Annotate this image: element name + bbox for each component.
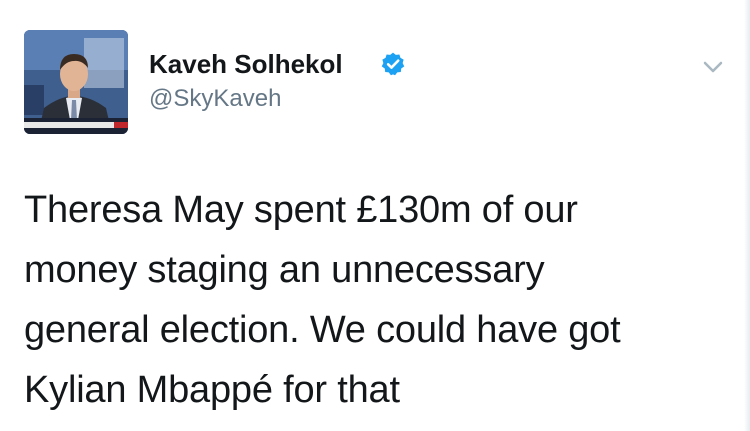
chevron-down-icon[interactable] <box>698 52 728 82</box>
tweet-text-line: Kylian Mbappé for that <box>24 369 400 411</box>
avatar[interactable] <box>24 30 128 134</box>
tweet-text: Theresa May spent £130m of our money sta… <box>24 180 724 420</box>
tweet-text-line: general election. We could have got <box>24 309 621 351</box>
tweet-text-line: money staging an unnecessary <box>24 249 545 291</box>
verified-badge-icon <box>381 52 405 76</box>
author-display-name[interactable]: Kaveh Solhekol <box>149 48 343 80</box>
author-handle[interactable]: @SkyKaveh <box>149 84 281 114</box>
card-edge-divider <box>744 0 750 431</box>
tweet-card: Kaveh Solhekol @SkyKaveh Theresa May spe… <box>0 0 750 431</box>
tweet-text-line: Theresa May spent £130m of our <box>24 189 578 231</box>
avatar-photo-icon <box>24 30 128 134</box>
